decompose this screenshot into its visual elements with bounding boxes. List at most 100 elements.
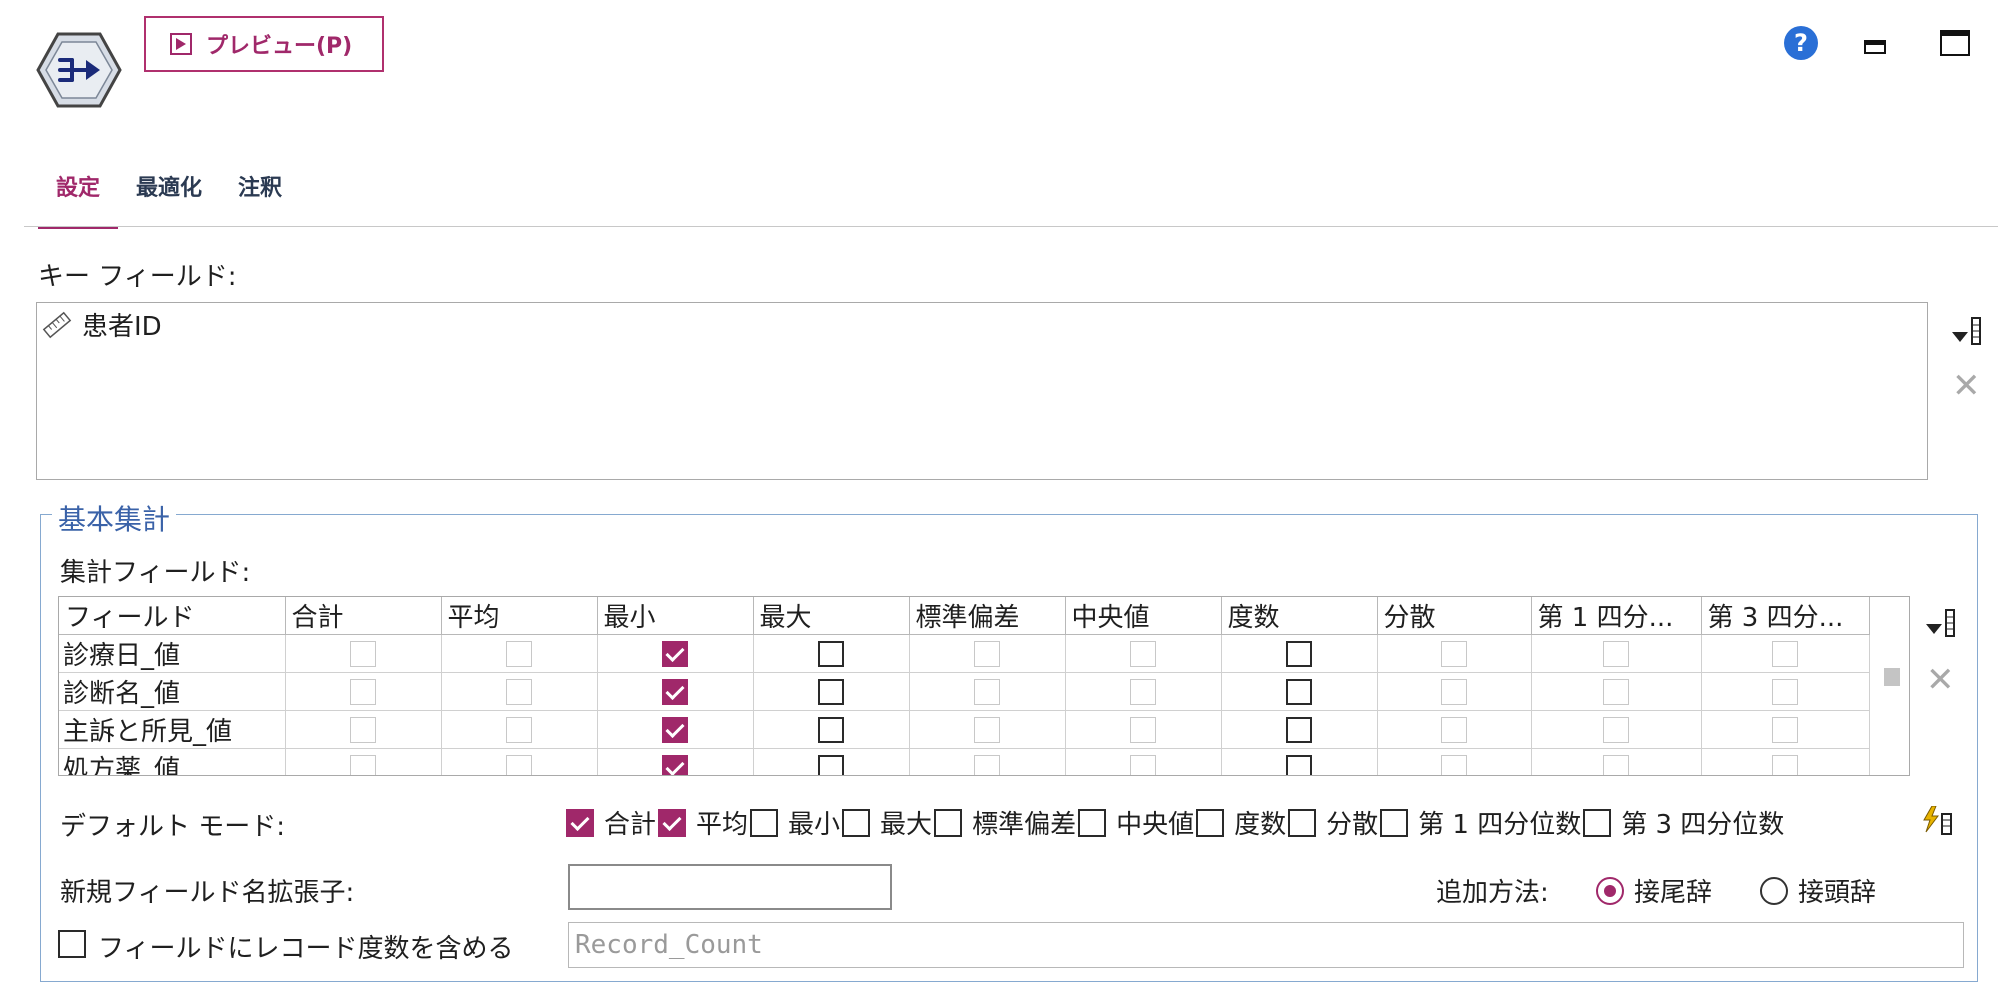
- default-mode-checkbox[interactable]: [1196, 808, 1225, 837]
- aggregation-checkbox[interactable]: [1603, 717, 1629, 743]
- aggregation-checkbox[interactable]: [1441, 641, 1467, 667]
- aggregation-checkbox[interactable]: [350, 755, 376, 775]
- aggregation-checkbox[interactable]: [1603, 679, 1629, 705]
- aggregation-checkbox[interactable]: [818, 717, 844, 743]
- aggregation-checkbox[interactable]: [1286, 755, 1312, 775]
- preview-button[interactable]: プレビュー(P): [144, 16, 384, 72]
- aggregation-checkbox[interactable]: [350, 679, 376, 705]
- aggregation-checkbox[interactable]: [506, 641, 532, 667]
- aggregation-checkbox[interactable]: [662, 641, 688, 667]
- suffix-option[interactable]: 接尾辞: [1596, 872, 1712, 909]
- prefix-radio[interactable]: [1760, 876, 1788, 905]
- default-mode-option[interactable]: 第 1 四分位数: [1380, 804, 1583, 841]
- agg-fields-table[interactable]: フィールド 合計 平均 最小 最大 標準偏差 中央値 度数 分散 第 1 四分.…: [58, 596, 1910, 776]
- table-row[interactable]: 主訴と所見_値: [59, 710, 1870, 749]
- aggregation-checkbox[interactable]: [350, 717, 376, 743]
- default-mode-option[interactable]: 度数: [1196, 804, 1288, 841]
- col-header-sum[interactable]: 合計: [285, 597, 442, 635]
- aggregation-checkbox[interactable]: [818, 679, 844, 705]
- table-row[interactable]: 処方薬_値: [59, 748, 1870, 775]
- aggregation-checkbox[interactable]: [1130, 717, 1156, 743]
- default-mode-option[interactable]: 最小: [750, 804, 842, 841]
- col-header-sdev[interactable]: 標準偏差: [909, 597, 1066, 635]
- aggregation-checkbox[interactable]: [1286, 679, 1312, 705]
- aggregation-checkbox[interactable]: [818, 641, 844, 667]
- default-mode-option[interactable]: 合計: [566, 804, 658, 841]
- aggregation-checkbox[interactable]: [1130, 641, 1156, 667]
- aggregation-checkbox[interactable]: [974, 679, 1000, 705]
- tab-optimization[interactable]: 最適化: [118, 160, 220, 229]
- new-field-ext-input[interactable]: [568, 864, 892, 910]
- help-icon[interactable]: ?: [1784, 26, 1818, 60]
- col-header-min[interactable]: 最小: [597, 597, 754, 635]
- col-header-q1[interactable]: 第 1 四分...: [1531, 597, 1702, 635]
- table-scrollbar-thumb[interactable]: [1884, 668, 1900, 686]
- default-mode-checkbox[interactable]: [566, 808, 594, 837]
- aggregation-checkbox[interactable]: [506, 679, 532, 705]
- aggregation-checkbox[interactable]: [1286, 641, 1312, 667]
- default-mode-checkbox[interactable]: [842, 808, 871, 837]
- default-mode-option[interactable]: 平均: [658, 804, 750, 841]
- record-count-field[interactable]: [568, 922, 1964, 968]
- aggregation-checkbox[interactable]: [1441, 755, 1467, 775]
- default-mode-checkbox[interactable]: [1078, 808, 1107, 837]
- aggregation-checkbox[interactable]: [662, 717, 688, 743]
- table-row[interactable]: 診断名_値: [59, 672, 1870, 711]
- table-row[interactable]: 診療日_値: [59, 634, 1870, 673]
- table-row-field-name: 診療日_値: [59, 634, 286, 673]
- add-agg-field-icon[interactable]: [1924, 608, 1956, 638]
- remove-key-field-icon[interactable]: ✕: [1952, 369, 1981, 403]
- aggregation-checkbox[interactable]: [1772, 717, 1798, 743]
- aggregation-checkbox[interactable]: [506, 717, 532, 743]
- maximize-icon[interactable]: [1940, 30, 1970, 56]
- aggregation-checkbox[interactable]: [1603, 641, 1629, 667]
- tab-settings[interactable]: 設定: [38, 160, 119, 229]
- aggregation-checkbox[interactable]: [350, 641, 376, 667]
- key-field-item[interactable]: 患者ID: [42, 306, 162, 343]
- remove-agg-field-icon[interactable]: ✕: [1926, 663, 1955, 697]
- include-count-checkbox[interactable]: [58, 930, 86, 958]
- aggregation-checkbox[interactable]: [1772, 755, 1798, 775]
- aggregation-checkbox[interactable]: [1772, 641, 1798, 667]
- tab-annotations[interactable]: 注釈: [220, 160, 300, 229]
- default-mode-option[interactable]: 中央値: [1078, 804, 1196, 841]
- aggregation-checkbox[interactable]: [1286, 717, 1312, 743]
- add-key-field-icon[interactable]: [1950, 316, 1982, 346]
- aggregation-checkbox[interactable]: [662, 679, 688, 705]
- aggregation-checkbox[interactable]: [1130, 679, 1156, 705]
- aggregation-checkbox[interactable]: [506, 755, 532, 775]
- default-mode-option[interactable]: 標準偏差: [934, 804, 1078, 841]
- default-mode-option[interactable]: 分散: [1288, 804, 1380, 841]
- default-mode-checkbox[interactable]: [750, 808, 779, 837]
- default-mode-option[interactable]: 第 3 四分位数: [1583, 804, 1786, 841]
- suffix-radio[interactable]: [1596, 876, 1624, 905]
- col-header-median[interactable]: 中央値: [1065, 597, 1222, 635]
- aggregation-checkbox[interactable]: [1130, 755, 1156, 775]
- aggregation-checkbox[interactable]: [1603, 755, 1629, 775]
- default-mode-checkbox[interactable]: [1583, 808, 1612, 837]
- apply-defaults-icon[interactable]: [1922, 806, 1954, 836]
- col-header-variance[interactable]: 分散: [1377, 597, 1532, 635]
- aggregation-checkbox[interactable]: [1772, 679, 1798, 705]
- default-mode-checkbox[interactable]: [658, 808, 687, 837]
- default-mode-checkbox[interactable]: [934, 808, 963, 837]
- default-mode-checkbox[interactable]: [1380, 808, 1409, 837]
- aggregation-checkbox[interactable]: [974, 717, 1000, 743]
- prefix-option[interactable]: 接頭辞: [1760, 872, 1876, 909]
- aggregation-checkbox[interactable]: [662, 755, 688, 775]
- col-header-count[interactable]: 度数: [1221, 597, 1378, 635]
- aggregation-checkbox[interactable]: [1441, 717, 1467, 743]
- aggregation-checkbox[interactable]: [974, 755, 1000, 775]
- col-header-max[interactable]: 最大: [753, 597, 910, 635]
- aggregation-checkbox[interactable]: [818, 755, 844, 775]
- aggregation-checkbox[interactable]: [974, 641, 1000, 667]
- key-fields-list[interactable]: [36, 302, 1928, 480]
- minimize-icon[interactable]: [1864, 40, 1886, 54]
- col-header-q3[interactable]: 第 3 四分...: [1701, 597, 1870, 635]
- default-mode-checkbox[interactable]: [1288, 808, 1317, 837]
- aggregation-checkbox[interactable]: [1441, 679, 1467, 705]
- col-header-field[interactable]: フィールド: [59, 597, 286, 635]
- default-mode-option[interactable]: 最大: [842, 804, 934, 841]
- table-cell: [597, 672, 754, 711]
- col-header-mean[interactable]: 平均: [441, 597, 598, 635]
